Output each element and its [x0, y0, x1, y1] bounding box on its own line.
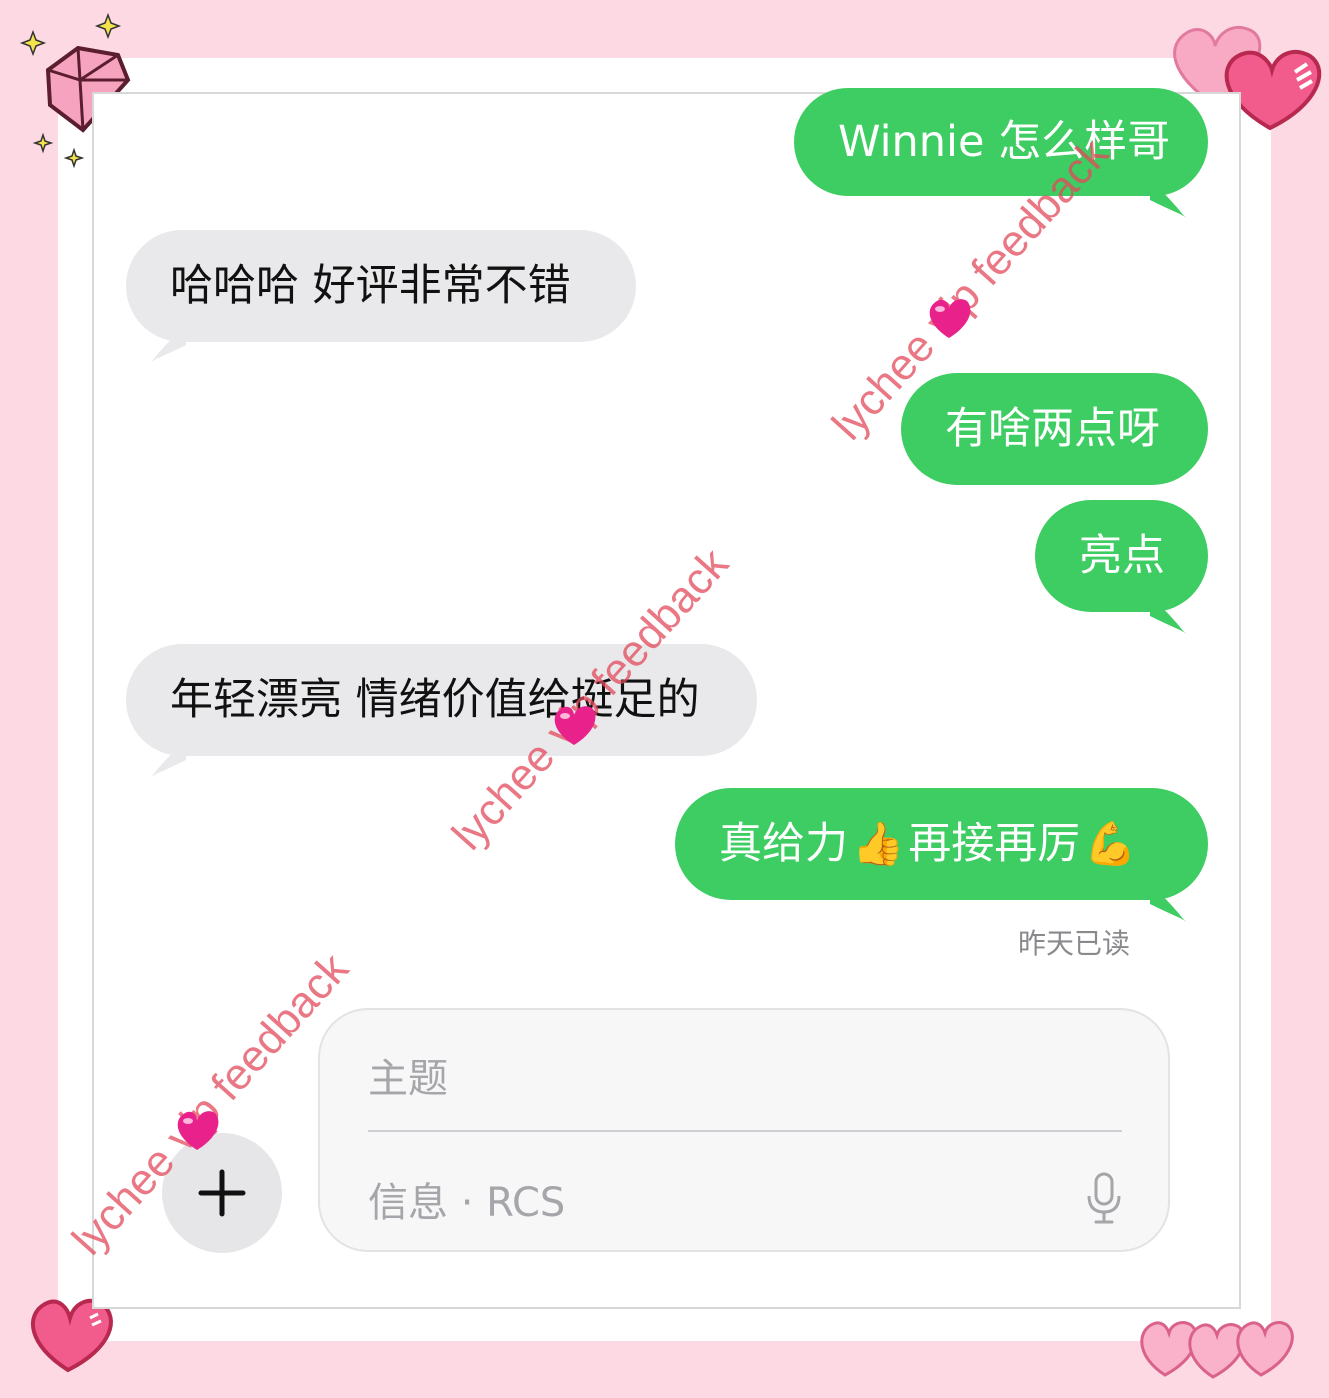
- plus-icon: [198, 1169, 246, 1217]
- read-receipt: 昨天已读: [1018, 927, 1131, 960]
- flexed-biceps-emoji: 💪: [1084, 819, 1137, 868]
- message-bubble-received[interactable]: 年轻漂亮 情绪价值给挺足的: [126, 644, 757, 756]
- message-text-part: 再接再厉: [908, 818, 1081, 869]
- message-text: 亮点: [1079, 530, 1165, 581]
- bubble-tail: [1150, 596, 1187, 634]
- microphone-icon[interactable]: [1084, 1170, 1124, 1226]
- bubble-tail: [149, 325, 186, 363]
- bubble-tail: [1150, 884, 1187, 922]
- bubble-tail: [149, 740, 186, 778]
- thumbs-up-emoji: 👍: [852, 819, 905, 868]
- bubble-tail: [1150, 180, 1187, 218]
- message-text: 哈哈哈 好评非常不错: [170, 260, 571, 311]
- watermark-heart-icon: [554, 706, 596, 745]
- message-text: Winnie 怎么样哥: [838, 116, 1171, 167]
- watermark-heart-icon: [929, 299, 971, 338]
- message-bubble-sent[interactable]: Winnie 怎么样哥: [794, 88, 1208, 196]
- watermark-heart-icon: [177, 1111, 219, 1150]
- composer-divider: [368, 1130, 1122, 1132]
- subject-input[interactable]: 主题: [368, 1046, 448, 1104]
- message-text: 有啥两点呀: [945, 403, 1160, 454]
- message-input[interactable]: 信息 · RCS: [368, 1170, 565, 1228]
- message-bubble-sent[interactable]: 真给力 👍 再接再厉 💪: [675, 788, 1208, 900]
- message-composer: 主题 信息 · RCS: [318, 1008, 1170, 1252]
- hearts-bottom-right-icon: [1140, 1321, 1294, 1379]
- message-text-part: 真给力: [719, 818, 848, 869]
- message-bubble-received[interactable]: 哈哈哈 好评非常不错: [126, 230, 636, 342]
- message-bubble-sent[interactable]: 有啥两点呀: [901, 373, 1208, 485]
